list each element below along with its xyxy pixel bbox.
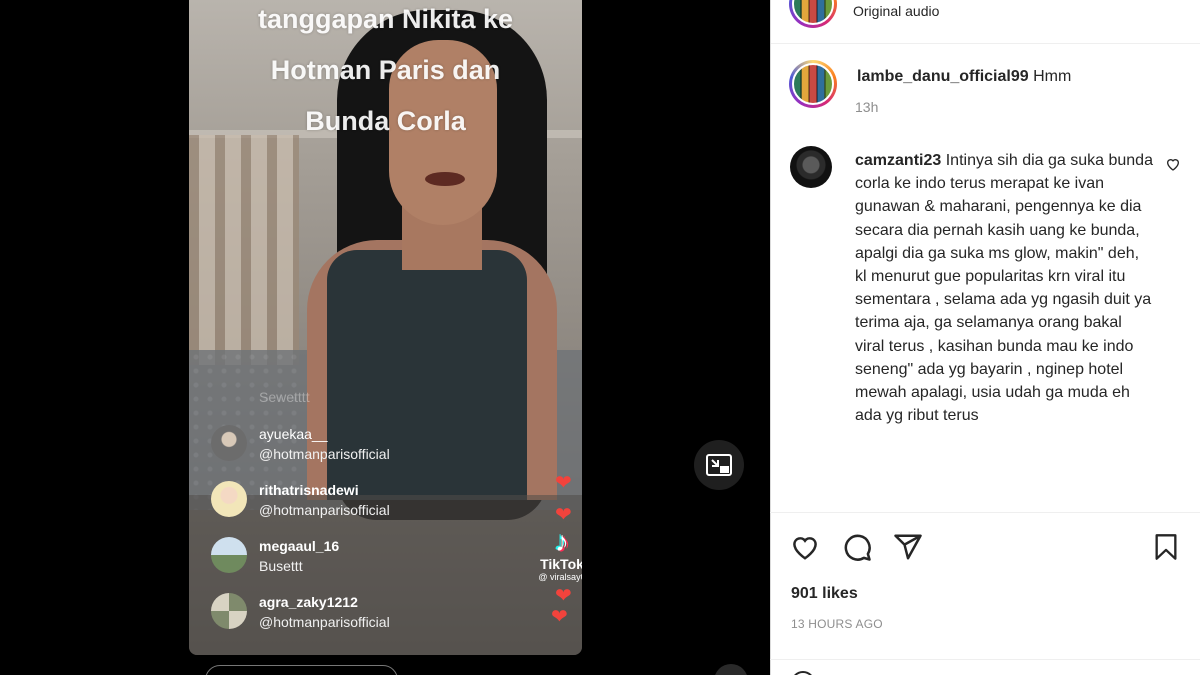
video-player[interactable]: tanggapan Nikita ke Hotman Paris dan Bun…	[189, 0, 582, 655]
live-comment-text: @hotmanparisofficial	[259, 614, 390, 630]
live-comment-text: @hotmanparisofficial	[259, 502, 390, 518]
live-comment-text: Busettt	[259, 558, 303, 574]
avatar	[211, 593, 247, 629]
picture-in-picture-button[interactable]	[694, 440, 744, 490]
post-timestamp[interactable]: 13h	[855, 99, 878, 115]
tiktok-logo-icon: ♪	[555, 526, 569, 557]
floating-heart-icon: ❤	[555, 472, 572, 494]
video-control-pill[interactable]	[205, 665, 398, 675]
avatar	[211, 537, 247, 573]
avatar	[211, 481, 247, 517]
picture-in-picture-icon	[706, 454, 732, 476]
video-control-dot[interactable]	[714, 664, 748, 675]
post-side-panel: Original audio lambe_danu_official99 Hmm	[770, 0, 1200, 675]
media-pane: tanggapan Nikita ke Hotman Paris dan Bun…	[0, 0, 770, 675]
audio-row: Original audio	[771, 0, 1200, 44]
live-comment-user: megaaul_16	[259, 538, 340, 554]
tiktok-handle: @ viralsay0	[538, 572, 582, 582]
post-caption-text: Hmm	[1033, 68, 1072, 85]
tiktok-name: TikTok	[540, 556, 582, 572]
tiktok-watermark: ♪ TikTok @ viralsay0	[537, 526, 582, 583]
floating-heart-icon: ❤	[551, 606, 568, 628]
live-comment-user: rithatrisnadewi	[259, 482, 359, 498]
live-comment-user: agra_zaky1212	[259, 594, 358, 610]
live-comment-faded: Sewetttt	[259, 389, 310, 405]
live-comment-user: ayuekaa__	[259, 426, 328, 442]
live-comment: megaaul_16 Busettt	[211, 536, 339, 576]
avatar[interactable]	[789, 0, 837, 28]
video-caption: tanggapan Nikita ke Hotman Paris dan Bun…	[189, 0, 582, 147]
post-caption: lambe_danu_official99 Hmm	[789, 60, 1071, 108]
video-caption-line: Hotman Paris dan	[270, 55, 501, 85]
live-comment: agra_zaky1212 @hotmanparisofficial	[211, 592, 390, 632]
avatar[interactable]	[789, 60, 837, 108]
post-username[interactable]: lambe_danu_official99	[857, 68, 1029, 85]
video-background-panel	[189, 135, 299, 365]
live-comment: rithatrisnadewi @hotmanparisofficial	[211, 480, 390, 520]
floating-heart-icon: ❤	[555, 504, 572, 526]
video-caption-line: Bunda Corla	[305, 106, 466, 136]
avatar	[211, 425, 247, 461]
video-caption-line: tanggapan Nikita ke	[257, 4, 514, 34]
live-comment-text: @hotmanparisofficial	[259, 446, 390, 462]
audio-label[interactable]: Original audio	[853, 3, 939, 19]
live-comment: ayuekaa__ @hotmanparisofficial	[211, 424, 390, 464]
